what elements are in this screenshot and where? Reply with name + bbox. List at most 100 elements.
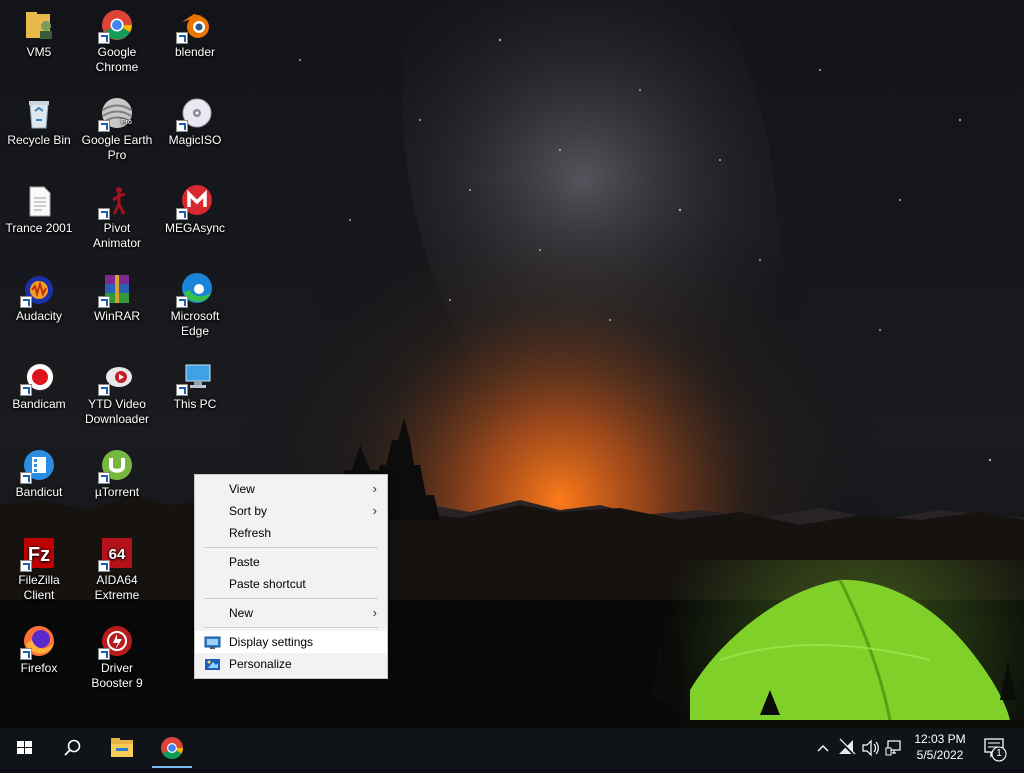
desktop-icon-this-pc[interactable]: This PC bbox=[157, 354, 233, 438]
menu-item-label: Display settings bbox=[229, 635, 314, 649]
desktop-icon-label: Trance 2001 bbox=[5, 221, 73, 235]
desktop-icon-winrar[interactable]: WinRAR bbox=[79, 266, 155, 350]
chevron-up-icon bbox=[817, 745, 829, 752]
search-button[interactable] bbox=[48, 728, 96, 768]
menu-item-refresh[interactable]: Refresh bbox=[195, 522, 387, 544]
desktop-icon-label: MagicISO bbox=[168, 133, 222, 147]
menu-item-label: Personalize bbox=[229, 657, 292, 671]
desktop-icon-trance-2001[interactable]: Trance 2001 bbox=[1, 178, 77, 262]
blender-icon bbox=[176, 8, 212, 44]
taskbar-file-explorer[interactable] bbox=[98, 728, 146, 768]
desktop-icon-bandicut[interactable]: Bandicut bbox=[1, 442, 77, 526]
ytd-icon bbox=[98, 360, 134, 396]
desktop-icon-utorrent[interactable]: µTorrent bbox=[79, 442, 155, 526]
volume-icon bbox=[862, 739, 879, 757]
menu-item-label: Paste shortcut bbox=[229, 577, 306, 591]
menu-item-new[interactable]: New › bbox=[195, 602, 387, 624]
desktop-icon-firefox[interactable]: Firefox bbox=[1, 618, 77, 702]
desktop-icon-label: FileZilla Client bbox=[18, 573, 60, 602]
aida64-icon: 64 bbox=[98, 536, 134, 572]
notification-count-badge: 1 bbox=[996, 748, 1002, 759]
search-icon bbox=[64, 739, 81, 756]
desktop-icon-label: Driver Booster 9 bbox=[91, 661, 143, 690]
network-disconnected-icon bbox=[838, 738, 856, 757]
google-earth-icon: Pro bbox=[98, 96, 134, 132]
menu-item-personalize[interactable]: Personalize bbox=[195, 653, 387, 675]
desktop-icon-megasync[interactable]: MEGAsync bbox=[157, 178, 233, 262]
desktop-icon-label: Firefox bbox=[20, 661, 58, 675]
windows-logo-icon bbox=[17, 741, 32, 754]
bandicut-icon bbox=[20, 448, 56, 484]
desktop-icon-vm5[interactable]: VM5 bbox=[1, 2, 77, 86]
utorrent-icon bbox=[98, 448, 134, 484]
desktop-icon-pivot-animator[interactable]: Pivot Animator bbox=[79, 178, 155, 262]
desktop-icon-google-earth-pro[interactable]: Pro Google Earth Pro bbox=[79, 90, 155, 174]
desktop-icon-aida64[interactable]: 64 AIDA64 Extreme bbox=[79, 530, 155, 614]
desktop-icon-magiciso[interactable]: MagicISO bbox=[157, 90, 233, 174]
tray-display[interactable] bbox=[884, 728, 904, 768]
firefox-icon bbox=[20, 624, 56, 660]
driver-booster-icon bbox=[98, 624, 134, 660]
desktop-icon-ytd-video-downloader[interactable]: YTD Video Downloader bbox=[79, 354, 155, 438]
desktop-icon-label: Microsoft Edge bbox=[170, 309, 220, 338]
desktop-icon-filezilla[interactable]: Fz FileZilla Client bbox=[1, 530, 77, 614]
submenu-arrow-icon: › bbox=[372, 605, 377, 620]
filezilla-icon: Fz bbox=[20, 536, 56, 572]
submenu-arrow-icon: › bbox=[372, 503, 377, 518]
menu-item-sort-by[interactable]: Sort by › bbox=[195, 500, 387, 522]
chrome-icon bbox=[98, 8, 134, 44]
menu-item-label: New bbox=[229, 606, 254, 620]
desktop-icon-label: WinRAR bbox=[93, 309, 140, 323]
taskbar-google-chrome[interactable] bbox=[148, 728, 196, 768]
desktop-icon-label: This PC bbox=[173, 397, 217, 411]
desktop-icon-recycle-bin[interactable]: Recycle Bin bbox=[1, 90, 77, 174]
tray-overflow-chevron[interactable] bbox=[812, 728, 834, 768]
submenu-arrow-icon: › bbox=[372, 481, 377, 496]
svg-text:Pro: Pro bbox=[121, 119, 132, 126]
taskbar: 12:03 PM 5/5/2022 1 bbox=[0, 728, 1024, 768]
desktop-icon-bandicam[interactable]: Bandicam bbox=[1, 354, 77, 438]
folder-user-icon bbox=[22, 8, 56, 42]
desktop-icon-audacity[interactable]: Audacity bbox=[1, 266, 77, 350]
mega-icon bbox=[176, 184, 212, 220]
menu-item-label: Refresh bbox=[229, 526, 272, 540]
display-projection-icon bbox=[885, 740, 901, 756]
computer-icon bbox=[176, 360, 212, 396]
tray-network[interactable] bbox=[836, 728, 858, 768]
clock-time: 12:03 PM bbox=[914, 732, 966, 746]
desktop-icon-blender[interactable]: blender bbox=[157, 2, 233, 86]
disc-icon bbox=[176, 96, 212, 132]
menu-item-paste[interactable]: Paste bbox=[195, 551, 387, 573]
clock-date: 5/5/2022 bbox=[916, 748, 964, 762]
desktop-icon-label: µTorrent bbox=[94, 485, 140, 499]
menu-separator bbox=[204, 547, 378, 548]
svg-text:64: 64 bbox=[109, 546, 126, 563]
tray-volume[interactable] bbox=[860, 728, 882, 768]
desktop-icon-label: MEGAsync bbox=[164, 221, 225, 235]
desktop-icon-label: blender bbox=[174, 45, 216, 59]
menu-item-paste-shortcut[interactable]: Paste shortcut bbox=[195, 573, 387, 595]
edge-icon bbox=[176, 272, 212, 308]
desktop-icon-google-chrome[interactable]: Google Chrome bbox=[79, 2, 155, 86]
menu-item-display-settings[interactable]: Display settings bbox=[195, 631, 387, 653]
winrar-icon bbox=[98, 272, 134, 308]
document-icon bbox=[22, 184, 56, 218]
display-icon bbox=[204, 635, 221, 649]
menu-item-view[interactable]: View › bbox=[195, 478, 387, 500]
desktop-icon-label: Bandicut bbox=[15, 485, 63, 499]
menu-separator bbox=[204, 627, 378, 628]
menu-item-label: Sort by bbox=[229, 504, 268, 518]
desktop-icon-label: Pivot Animator bbox=[92, 221, 142, 250]
desktop-icon-microsoft-edge[interactable]: Microsoft Edge bbox=[157, 266, 233, 350]
audacity-icon bbox=[20, 272, 56, 308]
action-center-button[interactable]: 1 bbox=[980, 728, 1020, 768]
menu-item-label: View bbox=[229, 482, 255, 496]
taskbar-clock[interactable]: 12:03 PM 5/5/2022 bbox=[904, 731, 976, 763]
file-explorer-icon bbox=[111, 738, 133, 757]
chrome-icon bbox=[161, 737, 183, 759]
menu-separator bbox=[204, 598, 378, 599]
start-button[interactable] bbox=[0, 728, 48, 768]
desktop-icon-driver-booster[interactable]: Driver Booster 9 bbox=[79, 618, 155, 702]
desktop-icon-label: Recycle Bin bbox=[7, 133, 71, 147]
desktop-icon-label: Google Earth Pro bbox=[81, 133, 153, 162]
